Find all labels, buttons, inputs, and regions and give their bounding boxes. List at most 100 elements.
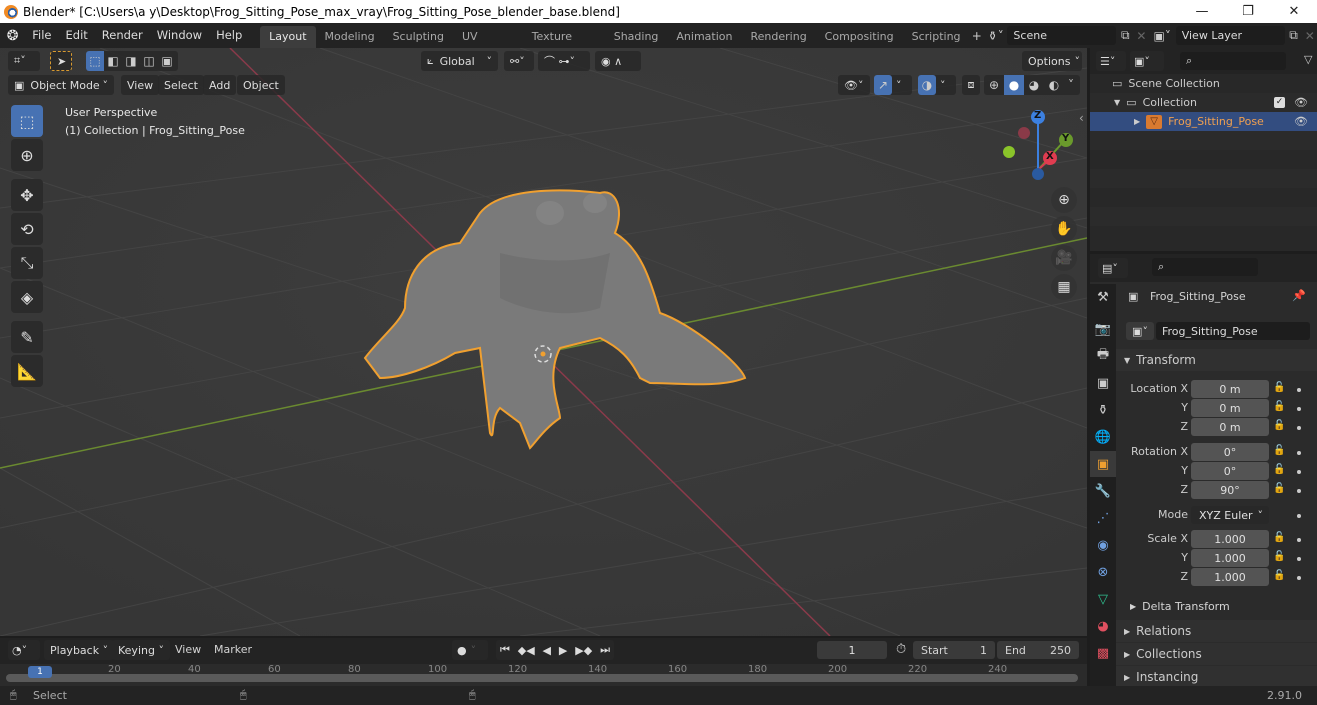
tab-shading[interactable]: Shading: [605, 26, 668, 48]
menu-file[interactable]: File: [25, 23, 58, 48]
menu-playback[interactable]: Playback ˅: [44, 640, 115, 660]
visibility-dropdown[interactable]: 👁˅: [838, 75, 870, 95]
eye-icon[interactable]: 👁: [1294, 115, 1308, 128]
menu-marker[interactable]: Marker: [214, 643, 252, 656]
keyframe-dot[interactable]: [1297, 426, 1301, 430]
outliner-editor-type-button[interactable]: ☰˅: [1096, 51, 1126, 71]
filter-icon[interactable]: ▽: [1304, 53, 1312, 66]
menu-object[interactable]: Object: [237, 75, 285, 95]
jump-end-icon[interactable]: ⏭: [600, 643, 610, 657]
tab-layout[interactable]: Layout: [260, 26, 316, 48]
move-tool[interactable]: ✥: [11, 179, 43, 211]
render-tab-icon[interactable]: 📷: [1090, 316, 1116, 342]
lock-icon[interactable]: 🔓: [1273, 382, 1285, 393]
keyframe-dot[interactable]: [1297, 388, 1301, 392]
expand-arrow-icon[interactable]: ▼: [1114, 98, 1120, 107]
add-workspace-icon[interactable]: +: [970, 29, 984, 43]
timeline-editor-type-button[interactable]: ◔˅: [8, 640, 40, 660]
annotate-tool[interactable]: ✎: [11, 321, 43, 353]
properties-editor-type-button[interactable]: ▤˅: [1098, 258, 1128, 278]
menu-timeline-view[interactable]: View: [175, 643, 201, 656]
scale-x-field[interactable]: 1.000: [1191, 530, 1269, 548]
select-new-icon[interactable]: ⬚: [86, 51, 104, 71]
expand-arrow-icon[interactable]: ▶: [1134, 117, 1140, 126]
close-icon[interactable]: ✕: [1271, 0, 1317, 23]
view-layer-selector-icon[interactable]: ▣˅: [1149, 29, 1176, 43]
lock-icon[interactable]: 🔓: [1273, 464, 1285, 475]
keyframe-dot[interactable]: [1297, 489, 1301, 493]
rotation-z-field[interactable]: 90°: [1191, 481, 1269, 499]
delta-transform-subpanel[interactable]: ▶ Delta Transform: [1130, 600, 1230, 613]
outliner-search-input[interactable]: ⌕: [1180, 52, 1286, 70]
select-extend-icon[interactable]: ◧: [104, 54, 122, 68]
menu-edit[interactable]: Edit: [59, 23, 95, 48]
measure-tool[interactable]: 📐: [11, 355, 43, 387]
xray-toggle[interactable]: ⧈: [962, 75, 980, 95]
timeline-ruler[interactable]: 20 40 60 80 100 120 140 160 180 200 220 240 1: [0, 664, 1087, 686]
tab-uv-editing[interactable]: UV Editing: [453, 26, 523, 65]
current-frame-field[interactable]: 1: [817, 641, 887, 659]
overlay-toggle[interactable]: ◑ ˅: [918, 75, 956, 95]
lock-icon[interactable]: 🔓: [1273, 551, 1285, 562]
tab-texture-paint[interactable]: Texture Paint: [523, 26, 605, 65]
exclude-checkbox[interactable]: ✓: [1274, 97, 1285, 108]
eye-icon[interactable]: 👁: [1294, 96, 1308, 109]
stopwatch-icon[interactable]: ⏱: [896, 642, 906, 657]
object-name-field[interactable]: Frog_Sitting_Pose: [1156, 322, 1310, 340]
wireframe-shading-icon[interactable]: ⊕: [984, 78, 1004, 92]
material-shading-icon[interactable]: ◕: [1024, 78, 1044, 92]
scene-selector-icon[interactable]: ⚱˅: [984, 29, 1007, 43]
select-invert-icon[interactable]: ◫: [140, 54, 158, 68]
rendered-shading-icon[interactable]: ◐: [1044, 78, 1064, 92]
play-reverse-icon[interactable]: ◀: [543, 644, 551, 657]
gizmo-x-label[interactable]: X: [1046, 151, 1054, 162]
mode-dropdown[interactable]: ▣ Object Mode ˅: [8, 75, 114, 95]
keyframe-dot[interactable]: [1297, 557, 1301, 561]
keyframe-dot[interactable]: [1297, 470, 1301, 474]
rotate-tool[interactable]: ⟲: [11, 213, 43, 245]
start-frame-field[interactable]: Start 1: [913, 641, 995, 659]
keyframe-dot[interactable]: [1297, 451, 1301, 455]
outliner-item-scene-collection[interactable]: ▭ Scene Collection: [1090, 74, 1317, 93]
gizmo-toggle[interactable]: ↗ ˅: [874, 75, 912, 95]
lock-icon[interactable]: 🔓: [1273, 445, 1285, 456]
relations-panel-header[interactable]: ▶ Relations: [1116, 620, 1317, 642]
auto-keying-toggle[interactable]: ● ˅: [452, 640, 488, 660]
material-tab-icon[interactable]: ◕: [1090, 613, 1116, 639]
solid-shading-icon[interactable]: ●: [1004, 75, 1024, 95]
delete-view-layer-icon[interactable]: ✕: [1303, 29, 1317, 43]
location-x-field[interactable]: 0 m: [1191, 380, 1269, 398]
scale-tool[interactable]: ⤡: [11, 247, 43, 279]
3d-viewport[interactable]: Z Y X ⌗˅ ➤ ⬚ ◧ ◨ ◫ ▣ ⟀ Global ˅ ⚯˅ ⌒ ⊶˅ ◉ …: [0, 48, 1087, 636]
outliner-item-frog[interactable]: ▶ ▽ Frog_Sitting_Pose 👁: [1090, 112, 1317, 131]
zoom-view-icon[interactable]: ⊕: [1051, 187, 1077, 213]
tool-tab-icon[interactable]: ⚒: [1090, 284, 1116, 310]
menu-select[interactable]: Select: [158, 75, 204, 95]
lock-icon[interactable]: 🔓: [1273, 483, 1285, 494]
keyframe-dot[interactable]: [1297, 576, 1301, 580]
transform-tool[interactable]: ◈: [11, 281, 43, 313]
outliner-item-collection[interactable]: ▼ ▭ Collection ✓ 👁: [1090, 93, 1317, 112]
menu-window[interactable]: Window: [150, 23, 209, 48]
lock-icon[interactable]: 🔓: [1273, 570, 1285, 581]
delete-scene-icon[interactable]: ✕: [1134, 29, 1148, 43]
tab-animation[interactable]: Animation: [667, 26, 741, 48]
select-subtract-icon[interactable]: ◨: [122, 54, 140, 68]
playhead[interactable]: 1: [28, 666, 52, 678]
view-layer-field[interactable]: View Layer: [1175, 26, 1285, 45]
tab-scripting[interactable]: Scripting: [903, 26, 970, 48]
menu-keying[interactable]: Keying ˅: [112, 640, 170, 660]
menu-add[interactable]: Add: [203, 75, 237, 95]
select-intersect-icon[interactable]: ▣: [158, 54, 176, 68]
snap-toggle[interactable]: ⌒ ⊶˅: [538, 51, 590, 71]
object-browse-icon[interactable]: ▣˅: [1126, 322, 1154, 340]
data-tab-icon[interactable]: ▽: [1090, 586, 1116, 612]
pan-view-icon[interactable]: ✋: [1051, 216, 1077, 242]
properties-search-input[interactable]: ⌕: [1152, 258, 1258, 276]
tab-rendering[interactable]: Rendering: [742, 26, 816, 48]
new-view-layer-icon[interactable]: ⧉: [1285, 28, 1303, 43]
menu-view[interactable]: View: [121, 75, 160, 95]
sidebar-toggle-icon[interactable]: ‹: [1079, 111, 1084, 125]
scale-y-field[interactable]: 1.000: [1191, 549, 1269, 567]
tab-sculpting[interactable]: Sculpting: [384, 26, 453, 48]
